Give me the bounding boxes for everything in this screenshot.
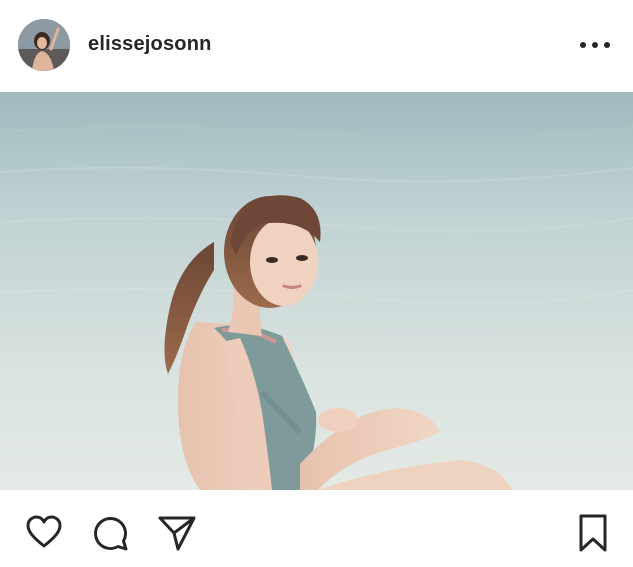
avatar[interactable] (18, 19, 70, 71)
bookmark-icon[interactable] (572, 512, 614, 554)
post-photo[interactable] (0, 92, 633, 490)
heart-icon[interactable] (23, 512, 65, 554)
photo-illustration (0, 92, 633, 490)
dot (604, 42, 610, 48)
more-options-icon[interactable] (580, 34, 610, 56)
dot (580, 42, 586, 48)
dot (592, 42, 598, 48)
post-header: elissejosonn (0, 0, 633, 92)
comment-icon[interactable] (90, 512, 132, 554)
username[interactable]: elissejosonn (88, 33, 212, 56)
avatar-image (18, 19, 70, 71)
send-icon[interactable] (156, 512, 198, 554)
action-bar (0, 490, 633, 567)
